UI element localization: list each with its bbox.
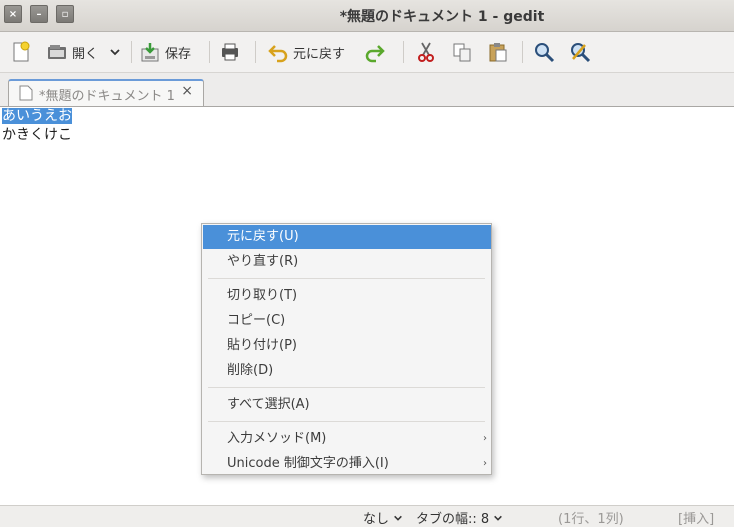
find-button[interactable] bbox=[533, 38, 555, 66]
undo-button[interactable]: 元に戻す bbox=[267, 38, 345, 66]
submenu-arrow-icon: › bbox=[483, 458, 487, 469]
window-minimize-button[interactable]: – bbox=[30, 5, 48, 23]
window-title: *無題のドキュメント 1 - gedit bbox=[339, 9, 545, 25]
toolbar-separator bbox=[522, 41, 523, 63]
menu-item-undo[interactable]: 元に戻す(U) bbox=[203, 225, 491, 249]
menu-item-label: すべて選択(A) bbox=[227, 397, 310, 412]
status-bar: なし タブの幅:: 8 (1行、1列) [挿入] bbox=[0, 505, 734, 527]
open-label: 開く bbox=[72, 46, 99, 62]
undo-label: 元に戻す bbox=[293, 46, 346, 62]
menu-separator bbox=[208, 278, 485, 279]
menu-item-paste[interactable]: 貼り付け(P) bbox=[203, 334, 491, 358]
redo-button[interactable] bbox=[364, 38, 386, 66]
cursor-position: (1行、1列) bbox=[558, 512, 624, 527]
document-icon bbox=[19, 85, 33, 101]
document-tab-bar: *無題のドキュメント 1 × bbox=[0, 73, 734, 107]
paste-icon bbox=[489, 43, 507, 62]
menu-item-label: 貼り付け(P) bbox=[227, 338, 297, 353]
tab-close-icon[interactable]: × bbox=[181, 83, 193, 99]
toolbar-separator bbox=[209, 41, 210, 63]
title-bar: × – ▫ *無題のドキュメント 1 - gedit bbox=[0, 0, 734, 32]
toolbar-separator bbox=[131, 41, 132, 63]
menu-item-insert-unicode[interactable]: Unicode 制御文字の挿入(I) › bbox=[203, 452, 491, 476]
replace-button[interactable] bbox=[569, 38, 591, 66]
toolbar: 開く 保存 元に戻す bbox=[0, 32, 734, 73]
document-tab[interactable]: *無題のドキュメント 1 × bbox=[8, 79, 204, 106]
copy-icon bbox=[453, 43, 471, 62]
window-close-button[interactable]: × bbox=[4, 5, 22, 23]
menu-separator bbox=[208, 387, 485, 388]
save-icon bbox=[141, 43, 159, 62]
selected-text[interactable]: あいうえお bbox=[2, 108, 72, 124]
tab-width-value: 8 bbox=[480, 512, 490, 527]
menu-item-label: 入力メソッド(M) bbox=[227, 431, 327, 446]
menu-item-cut[interactable]: 切り取り(T) bbox=[203, 284, 491, 308]
tab-width-selector[interactable]: タブの幅:: 8 bbox=[416, 508, 503, 527]
insert-mode: [挿入] bbox=[678, 512, 715, 527]
open-button[interactable]: 開く bbox=[46, 38, 98, 66]
toolbar-separator bbox=[403, 41, 404, 63]
open-icon bbox=[48, 45, 66, 59]
editor-line[interactable]: かきくけこ bbox=[2, 126, 72, 145]
window-maximize-button[interactable]: ▫ bbox=[56, 5, 74, 23]
editor-line[interactable]: あいうえお bbox=[2, 107, 72, 126]
save-button[interactable]: 保存 bbox=[139, 38, 191, 66]
cut-button[interactable] bbox=[415, 38, 437, 66]
menu-item-label: 元に戻す(U) bbox=[227, 229, 299, 244]
language-selector[interactable]: なし bbox=[363, 508, 403, 527]
menu-item-delete[interactable]: 削除(D) bbox=[203, 359, 491, 383]
context-menu: 元に戻す(U) やり直す(R) 切り取り(T) コピー(C) 貼り付け(P) 削… bbox=[201, 223, 492, 475]
menu-separator bbox=[208, 421, 485, 422]
save-label: 保存 bbox=[165, 46, 192, 62]
submenu-arrow-icon: › bbox=[483, 433, 487, 444]
toolbar-separator bbox=[255, 41, 256, 63]
replace-icon bbox=[571, 43, 591, 63]
redo-icon bbox=[365, 45, 385, 63]
chevron-down-icon bbox=[394, 515, 403, 521]
undo-icon bbox=[268, 45, 288, 63]
chevron-down-icon bbox=[494, 515, 503, 521]
menu-item-label: コピー(C) bbox=[227, 313, 286, 328]
menu-item-copy[interactable]: コピー(C) bbox=[203, 309, 491, 333]
menu-item-label: 切り取り(T) bbox=[227, 288, 298, 303]
line-text[interactable]: かきくけこ bbox=[2, 127, 72, 143]
print-button[interactable] bbox=[219, 38, 241, 66]
tab-width-label: タブの幅:: bbox=[416, 512, 477, 527]
new-document-button[interactable] bbox=[10, 38, 32, 66]
language-label: なし bbox=[363, 512, 390, 527]
paste-button[interactable] bbox=[487, 38, 509, 66]
new-document-icon bbox=[13, 41, 30, 62]
menu-item-label: Unicode 制御文字の挿入(I) bbox=[227, 456, 389, 471]
menu-item-label: やり直す(R) bbox=[227, 254, 299, 269]
menu-item-select-all[interactable]: すべて選択(A) bbox=[203, 393, 491, 417]
document-tab-label: *無題のドキュメント 1 bbox=[39, 89, 175, 104]
print-icon bbox=[222, 43, 238, 61]
find-icon bbox=[535, 43, 555, 63]
cut-icon bbox=[418, 42, 434, 62]
menu-item-redo[interactable]: やり直す(R) bbox=[203, 250, 491, 274]
open-recent-dropdown[interactable] bbox=[109, 38, 121, 66]
menu-item-label: 削除(D) bbox=[227, 363, 274, 378]
chevron-down-icon bbox=[110, 49, 120, 56]
copy-button[interactable] bbox=[451, 38, 473, 66]
menu-item-input-methods[interactable]: 入力メソッド(M) › bbox=[203, 427, 491, 451]
